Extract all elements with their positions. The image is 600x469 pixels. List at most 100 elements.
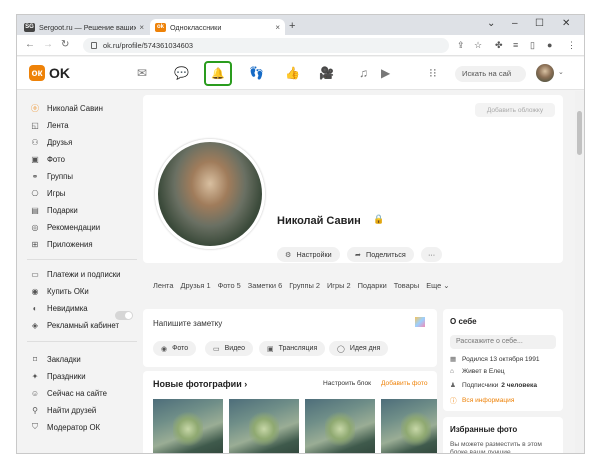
search-input[interactable]: Искать на сай: [455, 66, 526, 82]
tab-gifts[interactable]: Подарки: [358, 281, 387, 290]
tab-odnoklassniki[interactable]: ok Одноклассники ×: [150, 19, 285, 35]
video-icon[interactable]: 🎥: [319, 66, 334, 80]
new-photos-title[interactable]: Новые фотографии ›: [153, 379, 247, 389]
sidebar-item-holidays[interactable]: ✦ Праздники: [29, 369, 86, 383]
photo-thumbnail[interactable]: [153, 399, 223, 453]
share-button[interactable]: ➦ Поделиться: [347, 247, 414, 262]
about-input[interactable]: Расскажите о себе...: [450, 335, 556, 349]
reading-list-icon[interactable]: ≡: [513, 40, 518, 50]
tab-notes[interactable]: Заметки 6: [248, 281, 282, 290]
sidebar-item-label: Друзья: [47, 137, 73, 147]
emoji-icon[interactable]: [415, 317, 425, 327]
chevron-down-icon[interactable]: ⌄: [558, 68, 564, 76]
close-icon[interactable]: ×: [275, 23, 280, 32]
profile-photo[interactable]: [155, 139, 265, 249]
tab-friends[interactable]: Друзья 1: [180, 281, 210, 290]
tab-bar: SG Sergoot.ru — Решение ваших п × ok Одн…: [17, 15, 584, 35]
sidebar-item-profile[interactable]: ⓞ Николай Савин: [29, 101, 103, 115]
sidebar-item-online[interactable]: ☺ Сейчас на сайте: [29, 386, 107, 400]
forward-icon[interactable]: →: [43, 39, 53, 50]
all-info-link[interactable]: ⓘ Вся информация: [450, 395, 514, 406]
sidebar-item-buy-oki[interactable]: ◉ Купить ОКи: [29, 284, 89, 298]
tab-photo[interactable]: Фото 5: [218, 281, 241, 290]
note-photo-button[interactable]: ◉ Фото: [153, 341, 197, 356]
tab-games[interactable]: Игры 2: [327, 281, 351, 290]
sidebar-item-gifts[interactable]: ▤ Подарки: [29, 203, 78, 217]
sidebar-item-photo[interactable]: ▣ Фото: [29, 152, 65, 166]
discussions-icon[interactable]: 💬: [174, 66, 189, 80]
notifications-bell-icon[interactable]: 🔔: [204, 61, 232, 86]
videoplayer-icon[interactable]: ▶: [381, 66, 390, 80]
sidebar-item-label: Приложения: [47, 239, 93, 249]
tab-groups[interactable]: Группы 2: [289, 281, 320, 290]
sidebar-item-label: Рекламный кабинет: [47, 320, 120, 330]
apps-icon: ⊞: [31, 239, 39, 249]
photo-thumbnail[interactable]: [229, 399, 299, 453]
note-input[interactable]: Напишите заметку: [153, 319, 222, 328]
sidebar-item-games[interactable]: ⎔ Игры: [29, 186, 66, 200]
extensions-icon[interactable]: ✤: [495, 40, 503, 51]
ok-logo-icon[interactable]: ок: [29, 65, 45, 81]
music-icon[interactable]: ♫: [359, 66, 368, 80]
reload-icon[interactable]: ↻: [61, 39, 69, 50]
friends-icon: ⚇: [31, 137, 39, 147]
scrollbar[interactable]: [575, 91, 584, 453]
about-born: ▦ Родился 13 октября 1991: [450, 355, 540, 364]
tab-sergoot[interactable]: SG Sergoot.ru — Решение ваших п ×: [19, 19, 149, 35]
guests-icon[interactable]: 👣: [249, 66, 264, 80]
tab-feed[interactable]: Лента: [153, 281, 173, 290]
address-bar[interactable]: ok.ru/profile/574361034603: [83, 38, 449, 53]
sidebar-item-moderator[interactable]: ⛉ Модератор ОК: [29, 420, 100, 434]
sidebar-item-recommendations[interactable]: ◎ Рекомендации: [29, 220, 101, 234]
more-button[interactable]: ···: [421, 247, 443, 262]
note-video-button[interactable]: ▭ Видео: [205, 341, 254, 356]
apps-grid-icon[interactable]: ⁝⁝: [429, 66, 437, 80]
sidebar-item-groups[interactable]: ⚭ Группы: [29, 169, 73, 183]
star-icon[interactable]: ☆: [474, 40, 482, 51]
note-idea-button[interactable]: ◯ Идея дня: [329, 341, 389, 356]
avatar[interactable]: [536, 64, 554, 82]
sidebar-item-bookmarks[interactable]: ⌑ Закладки: [29, 352, 81, 366]
sidebar-item-invisible[interactable]: ◐ Невидимка: [29, 301, 88, 315]
note-stream-button[interactable]: ▣ Трансляция: [259, 341, 326, 356]
add-photo-link[interactable]: Добавить фото: [381, 380, 428, 387]
minimize-icon[interactable]: –: [512, 18, 518, 29]
photo-icon: ▣: [31, 154, 39, 164]
chevron-right-icon: ›: [244, 379, 248, 389]
sergoot-favicon-icon: SG: [24, 22, 35, 32]
wallet-icon: ▭: [31, 269, 39, 279]
add-cover-button[interactable]: Добавить обложку: [475, 103, 555, 117]
share-icon[interactable]: ⇪: [457, 40, 465, 51]
photo-thumbnail[interactable]: [381, 399, 437, 453]
back-icon[interactable]: ←: [25, 39, 35, 50]
close-icon[interactable]: ×: [139, 23, 144, 32]
configure-block-link[interactable]: Настроить блок: [323, 380, 371, 387]
video-icon: ▭: [213, 345, 220, 353]
sidebar-item-feed[interactable]: ◱ Лента: [29, 118, 68, 132]
maximize-icon[interactable]: ☐: [535, 18, 544, 29]
settings-button[interactable]: ⚙ Настройки: [277, 247, 340, 262]
sidepanel-icon[interactable]: ▯: [530, 40, 535, 51]
likes-icon[interactable]: 👍: [285, 66, 300, 80]
menu-icon[interactable]: ⋮: [567, 40, 576, 51]
ok-logo-text[interactable]: OK: [49, 65, 70, 81]
window-close-icon[interactable]: ✕: [562, 18, 570, 29]
sidebar-item-apps[interactable]: ⊞ Приложения: [29, 237, 93, 251]
chevron-down-icon[interactable]: ⌄: [487, 18, 495, 29]
sidebar-item-friends[interactable]: ⚇ Друзья: [29, 135, 72, 149]
ok-favicon-icon: ok: [155, 22, 166, 32]
tab-products[interactable]: Товары: [394, 281, 419, 290]
sidebar-item-find-friends[interactable]: ⚲ Найти друзей: [29, 403, 96, 417]
profile-icon[interactable]: ●: [547, 40, 552, 50]
photo-thumbnail[interactable]: [305, 399, 375, 453]
button-label: Трансляция: [278, 345, 318, 352]
sidebar-item-label: Закладки: [47, 354, 81, 364]
scrollbar-thumb[interactable]: [577, 111, 582, 155]
gear-icon: ⚙: [285, 250, 292, 259]
tab-more[interactable]: Еще ⌄: [426, 281, 449, 290]
about-subscribers[interactable]: ♟ Подписчики 2 человека: [450, 381, 537, 390]
sidebar-item-ads[interactable]: ◈ Рекламный кабинет: [29, 318, 119, 332]
new-tab-icon[interactable]: +: [289, 20, 295, 32]
messages-icon[interactable]: ✉: [137, 66, 147, 80]
sidebar-item-payments[interactable]: ▭ Платежи и подписки: [29, 267, 120, 281]
